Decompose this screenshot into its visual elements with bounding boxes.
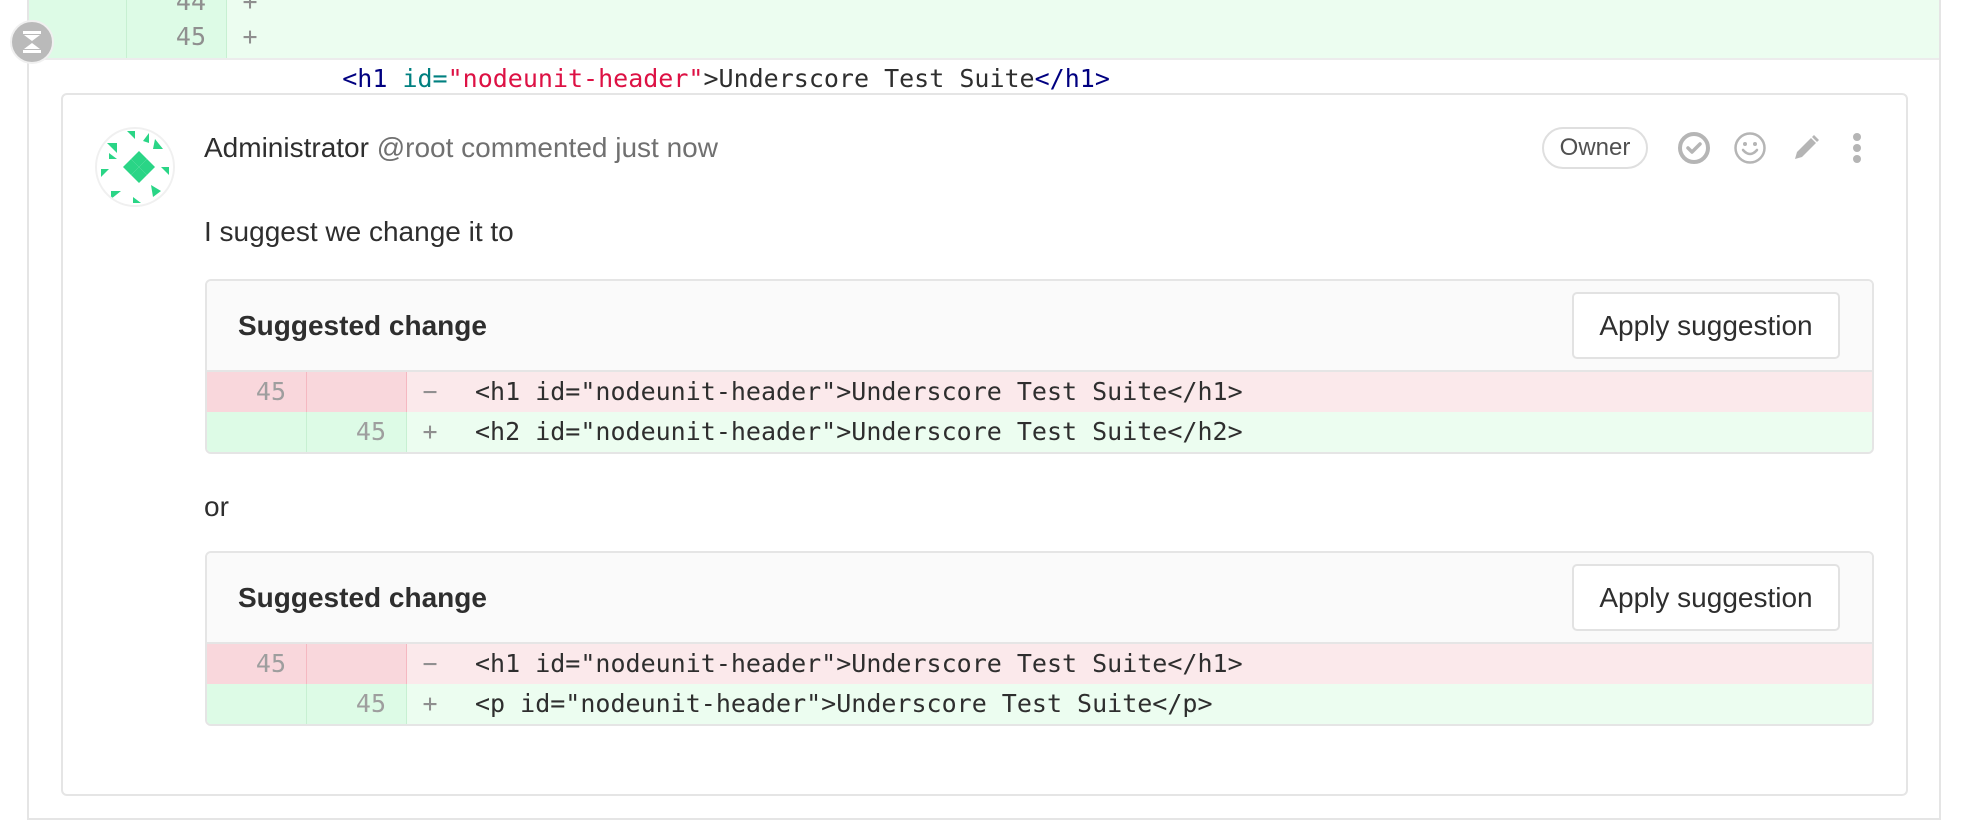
diff-sign: + (242, 22, 258, 51)
new-line-number: 45 (307, 684, 407, 724)
diff-code: <h1 id="nodeunit-header">Underscore Test… (475, 649, 1243, 678)
old-line-number: 45 (207, 372, 307, 412)
diff-sign: + (422, 689, 438, 718)
collapse-discussion-button[interactable] (10, 20, 54, 64)
added-line: 45 + <h2 id="nodeunit-header">Underscore… (207, 412, 1872, 452)
comment-header: Administrator @root commented just now (204, 128, 718, 168)
diff-line-44: 44 + (29, 0, 1939, 16)
avatar[interactable] (95, 127, 175, 207)
suggestion-block: Suggested change Apply suggestion 45 − <… (205, 551, 1874, 726)
identicon-image (101, 131, 169, 203)
new-line-number (307, 644, 407, 684)
suggestion-header: Suggested change Apply suggestion (207, 281, 1872, 372)
diff-line-45: 45 + <h1 id="nodeunit-header">Underscore… (29, 16, 1939, 93)
code-token: </h1> (1034, 64, 1110, 93)
suggestion-block: Suggested change Apply suggestion 45 − <… (205, 279, 1874, 454)
code-token: <h1 (342, 64, 388, 93)
new-line-number[interactable]: 44 (127, 0, 227, 16)
diff-sign: − (422, 377, 438, 406)
smiley-icon (1734, 132, 1766, 164)
old-line-number (29, 0, 127, 16)
suggestion-title: Suggested change (238, 582, 487, 613)
author-name[interactable]: Administrator (204, 132, 369, 163)
diff-sign: + (242, 0, 258, 16)
code-token: id= (402, 64, 448, 93)
kebab-icon (1853, 133, 1861, 163)
comment-body-intro: I suggest we change it to (204, 216, 514, 247)
new-line-number (307, 372, 407, 412)
removed-line: 45 − <h1 id="nodeunit-header">Underscore… (207, 372, 1872, 412)
apply-suggestion-button[interactable]: Apply suggestion (1572, 292, 1840, 359)
suggestion-title: Suggested change (238, 310, 487, 341)
diff-code: <h1 id="nodeunit-header">Underscore Test… (273, 16, 1110, 93)
apply-suggestion-button[interactable]: Apply suggestion (1572, 564, 1840, 631)
removed-line: 45 − <h1 id="nodeunit-header">Underscore… (207, 644, 1872, 684)
role-badge: Owner (1542, 127, 1648, 169)
resolve-thread-button[interactable] (1676, 130, 1712, 166)
collapse-icon (23, 31, 41, 53)
check-circle-icon (1678, 132, 1710, 164)
pencil-icon (1795, 135, 1819, 159)
edit-comment-button[interactable] (1788, 130, 1824, 166)
more-actions-button[interactable] (1839, 130, 1875, 166)
suggestion-header: Suggested change Apply suggestion (207, 553, 1872, 644)
comment-action: commented (461, 132, 608, 163)
add-reaction-button[interactable] (1732, 130, 1768, 166)
old-line-number: 45 (207, 644, 307, 684)
code-token: "nodeunit-header" (447, 64, 704, 93)
code-token: >Underscore Test Suite (703, 64, 1035, 93)
diff-sign: − (422, 649, 438, 678)
comment-body-or: or (204, 491, 229, 522)
added-line: 45 + <p id="nodeunit-header">Underscore … (207, 684, 1872, 724)
diff-code: <h1 id="nodeunit-header">Underscore Test… (475, 377, 1243, 406)
diff-code: <h2 id="nodeunit-header">Underscore Test… (475, 417, 1243, 446)
comment-time[interactable]: just now (615, 132, 718, 163)
old-line-number (207, 684, 307, 724)
old-line-number (207, 412, 307, 452)
diff-sign: + (422, 417, 438, 446)
new-line-number[interactable]: 45 (127, 16, 227, 58)
new-line-number: 45 (307, 412, 407, 452)
diff-code: <p id="nodeunit-header">Underscore Test … (475, 689, 1213, 718)
author-username[interactable]: @root (377, 132, 454, 163)
